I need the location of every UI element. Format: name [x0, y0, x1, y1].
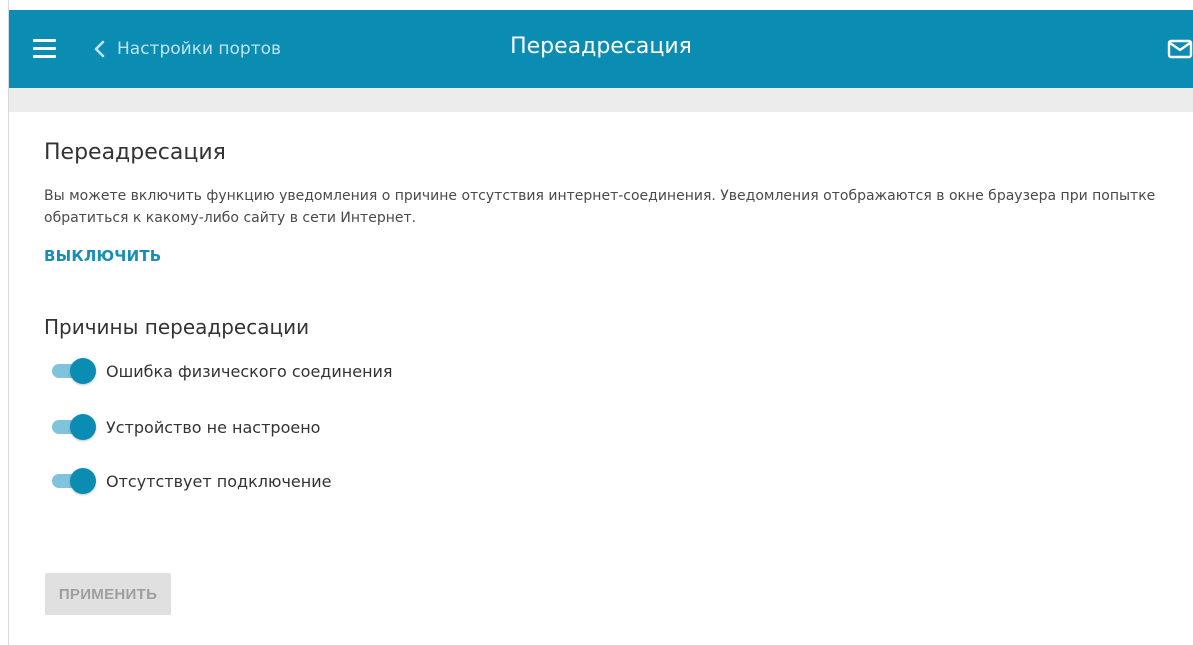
envelope-icon — [1167, 39, 1193, 59]
apply-button[interactable]: ПРИМЕНИТЬ — [45, 573, 171, 615]
menu-button[interactable] — [33, 39, 56, 58]
section-description: Вы можете включить функцию уведомления о… — [44, 188, 1156, 226]
toggle-label: Ошибка физического соединения — [106, 361, 393, 381]
reason-row-no-connection: Отсутствует подключение — [52, 467, 331, 495]
app-header: Настройки портов Переадресация — [9, 10, 1193, 88]
toggle-switch-physical-error[interactable] — [52, 357, 96, 385]
notifications-button[interactable] — [1167, 39, 1193, 59]
toggle-label: Отсутствует подключение — [106, 471, 332, 491]
back-link-label: Настройки портов — [117, 39, 282, 59]
toggle-knob — [70, 358, 96, 384]
reasons-title: Причины переадресации — [44, 315, 310, 339]
toggle-switch-no-connection[interactable] — [52, 467, 96, 495]
toggle-switch-not-configured[interactable] — [52, 413, 96, 441]
disable-link[interactable]: ВЫКЛЮЧИТЬ — [44, 247, 161, 265]
reason-row-physical-error: Ошибка физического соединения — [52, 357, 393, 385]
section-title: Переадресация — [44, 140, 226, 165]
page: Настройки портов Переадресация Переадрес… — [0, 0, 1193, 645]
header-shadow-band — [9, 88, 1193, 112]
reason-row-not-configured: Устройство не настроено — [52, 413, 320, 441]
back-link[interactable]: Настройки портов — [93, 36, 281, 62]
toggle-knob — [70, 414, 96, 440]
chevron-left-icon — [94, 40, 105, 58]
toggle-knob — [70, 468, 96, 494]
toggle-label: Устройство не настроено — [106, 417, 321, 437]
